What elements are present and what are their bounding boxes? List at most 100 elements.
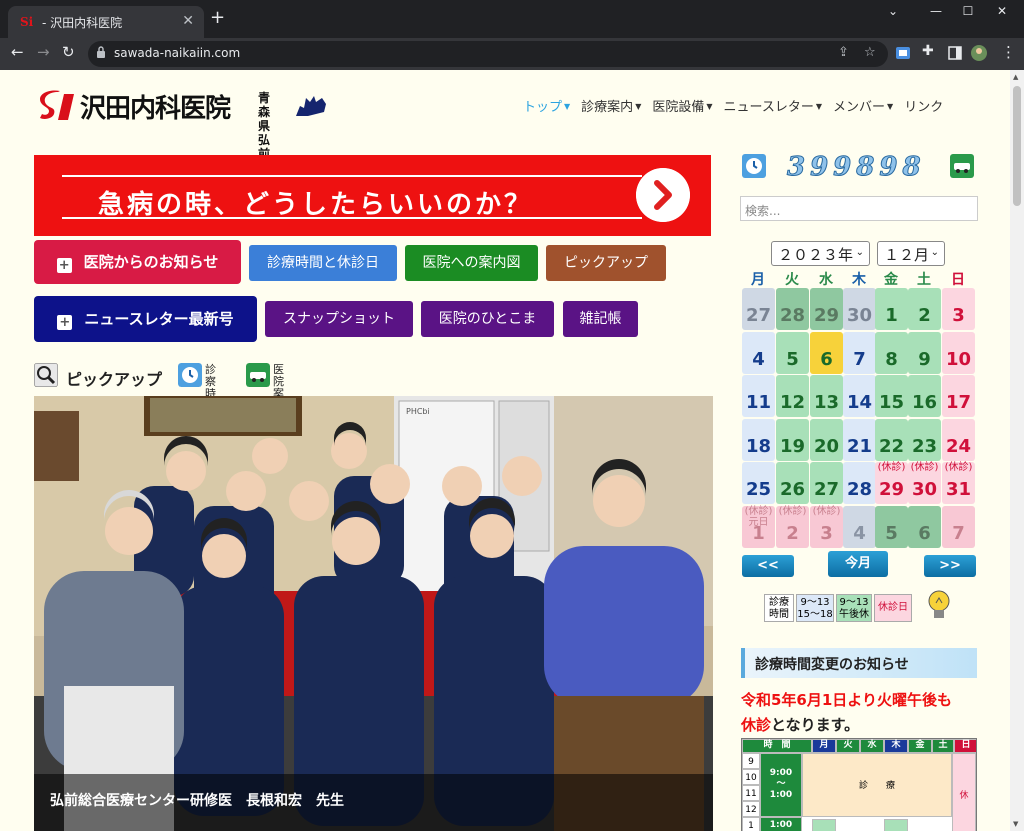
new-tab-button[interactable]: + <box>210 9 225 27</box>
calendar-day[interactable]: 8 <box>875 331 908 374</box>
calendar-day[interactable]: 27 <box>810 462 843 504</box>
calendar-day[interactable]: 5 <box>776 331 809 374</box>
newsletter-button[interactable]: + ニュースレター最新号 <box>34 296 257 342</box>
calendar-day[interactable]: 14 <box>843 375 876 417</box>
banner-arrow-icon[interactable] <box>636 168 690 222</box>
calendar-day[interactable]: 9 <box>908 331 941 374</box>
calendar-day[interactable]: 27 <box>742 288 775 330</box>
month-select[interactable]: １２月 ⌄ <box>877 241 945 266</box>
car-icon[interactable] <box>246 363 270 387</box>
calendar-day[interactable]: 3 <box>942 288 975 330</box>
scroll-down-icon[interactable]: ▼ <box>1013 820 1018 828</box>
notes-button[interactable]: 雑記帳 <box>563 301 638 337</box>
calendar-day[interactable]: 15 <box>875 375 908 417</box>
emergency-banner[interactable]: 急病の時、どうしたらいいのか？ <box>34 155 711 236</box>
calendar-day[interactable]: 5 <box>875 505 908 548</box>
this-month-button[interactable]: 今月 <box>828 551 888 577</box>
calendar-day[interactable]: 2 <box>908 288 941 330</box>
prev-month-button[interactable]: << <box>742 555 794 577</box>
staff-photo[interactable]: PHCbi 弘前総合医療センター研修医 長根和宏 先生 <box>34 396 713 831</box>
scroll-thumb[interactable] <box>1013 86 1021 206</box>
share-icon[interactable]: ⇪ <box>838 45 849 60</box>
page-scrollbar[interactable]: ▲ ▼ <box>1010 70 1024 831</box>
nav-item[interactable]: ニュースレター ▼ <box>724 96 823 115</box>
nav-item[interactable]: 医院設備 ▼ <box>652 96 712 115</box>
calendar-day[interactable]: 4 <box>843 505 876 548</box>
calendar-day[interactable]: 4 <box>742 331 775 374</box>
calendar-day[interactable]: (休診) 2 <box>776 505 809 548</box>
maximize-icon[interactable]: ☐ <box>952 4 984 22</box>
calendar-day[interactable]: 7 <box>942 505 975 548</box>
caret-down-icon: ▼ <box>706 102 713 111</box>
calendar-day[interactable]: 28 <box>776 288 809 330</box>
calendar-day[interactable]: 29 <box>810 288 843 330</box>
calendar-day[interactable]: 11 <box>742 375 775 417</box>
notice-button[interactable]: + 医院からのお知らせ <box>34 240 241 284</box>
puzzle-icon[interactable]: ✚ <box>922 43 934 59</box>
more-menu-icon[interactable]: ⋮ <box>1001 43 1016 61</box>
calendar-day[interactable]: 28 <box>843 462 876 504</box>
calendar-day[interactable]: 13 <box>810 375 843 417</box>
search-input[interactable]: 検索... <box>740 196 978 221</box>
calendar-day[interactable]: 19 <box>776 418 809 461</box>
year-select[interactable]: ２０２３年 ⌄ <box>771 241 870 266</box>
calendar-day[interactable]: 22 <box>875 418 908 461</box>
avatar[interactable] <box>971 45 987 61</box>
nav-item[interactable]: メンバー ▼ <box>833 96 893 115</box>
calendar-day[interactable]: 17 <box>942 375 975 417</box>
tab-search-icon[interactable]: ⌄ <box>877 4 909 22</box>
scroll-up-icon[interactable]: ▲ <box>1013 73 1018 81</box>
calendar-day[interactable]: 6 <box>908 505 941 548</box>
calendar-day[interactable]: 21 <box>843 418 876 461</box>
calendar-day[interactable]: 10 <box>942 331 975 374</box>
nav-item[interactable]: トップ ▼ <box>523 96 570 115</box>
hours-button[interactable]: 診療時間と休診日 <box>249 245 397 281</box>
extension-icon[interactable] <box>895 45 911 61</box>
schedule-header: 日 <box>954 739 976 753</box>
calendar-day[interactable]: (休診) 31 <box>942 462 975 504</box>
day-number: 28 <box>779 305 806 326</box>
calendar-day[interactable]: 24 <box>942 418 975 461</box>
browser-tab[interactable]: Si - 沢田内科医院 ✕ <box>8 6 204 38</box>
calendar-day[interactable]: (休診) 30 <box>908 462 941 504</box>
snapshot-button[interactable]: スナップショット <box>265 301 413 337</box>
clock-icon[interactable] <box>178 363 202 387</box>
day-note: (休診) <box>812 505 841 517</box>
pickup-button[interactable]: ピックアップ <box>546 245 666 281</box>
address-bar[interactable]: sawada-naikaiin.com ⇪ ☆ <box>88 41 888 67</box>
schedule-hour: 12 <box>742 801 760 817</box>
calendar-day[interactable]: 30 <box>843 288 876 330</box>
calendar-day[interactable]: 6 <box>810 331 843 374</box>
bookmark-star-icon[interactable]: ☆ <box>864 45 876 60</box>
notice-closed-word: 休診 <box>741 716 772 734</box>
side-panel-icon[interactable] <box>947 45 963 61</box>
calendar-day[interactable]: (休診) 3 <box>810 505 843 548</box>
calendar-day[interactable]: 1 <box>875 288 908 330</box>
next-month-button[interactable]: >> <box>924 555 976 577</box>
calendar-day[interactable]: 7 <box>843 331 876 374</box>
nav-item-label: 診療案内 <box>581 100 634 115</box>
calendar-day[interactable]: 26 <box>776 462 809 504</box>
map-button[interactable]: 医院への案内図 <box>405 245 538 281</box>
calendar-day[interactable]: 20 <box>810 418 843 461</box>
chevron-down-icon: ⌄ <box>930 247 939 258</box>
calendar-day[interactable]: 12 <box>776 375 809 417</box>
day-number: 16 <box>911 392 938 413</box>
clock-icon <box>742 154 766 178</box>
hitokoma-button[interactable]: 医院のひとこま <box>421 301 554 337</box>
tab-close-icon[interactable]: ✕ <box>182 13 194 29</box>
calendar-day[interactable]: 25 <box>742 462 775 504</box>
back-icon[interactable]: ← <box>11 43 24 61</box>
calendar-day[interactable]: 16 <box>908 375 941 417</box>
minimize-icon[interactable]: — <box>920 4 952 22</box>
schedule-hour: 10 <box>742 769 760 785</box>
nav-item[interactable]: リンク <box>904 96 943 115</box>
calendar-day[interactable]: 23 <box>908 418 941 461</box>
calendar-day[interactable]: (休診) 元日 1 <box>742 505 775 548</box>
nav-item[interactable]: 診療案内 ▼ <box>581 96 641 115</box>
calendar-day[interactable]: (休診) 29 <box>875 462 908 504</box>
reload-icon[interactable]: ↻ <box>62 43 75 61</box>
window-close-icon[interactable]: ✕ <box>986 4 1018 22</box>
calendar-day[interactable]: 18 <box>742 418 775 461</box>
forward-icon[interactable]: → <box>37 43 50 61</box>
